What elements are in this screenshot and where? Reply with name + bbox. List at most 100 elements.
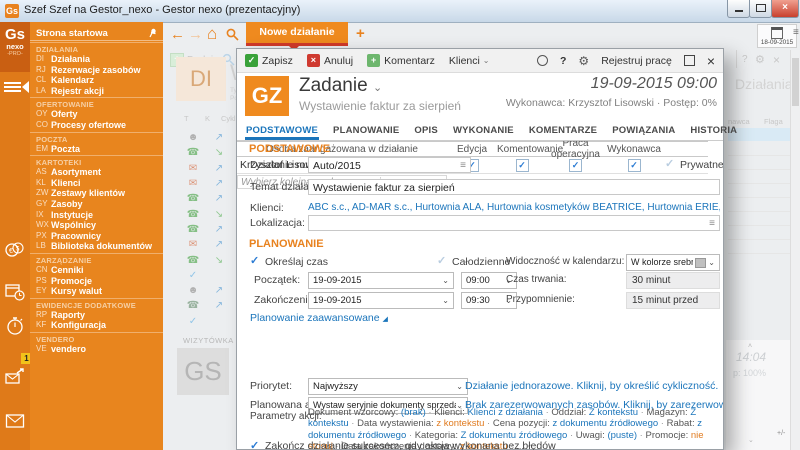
comment-button[interactable]: + Komentarz [367, 54, 435, 67]
globe-icon[interactable] [537, 55, 548, 66]
sidebar-item-gy[interactable]: GYZasoby [30, 199, 163, 210]
all-day-checkbox[interactable]: ✓ [437, 254, 446, 267]
field-menu-icon[interactable]: ≡ [709, 216, 715, 232]
end-date-dropdown[interactable]: 19-09-2015⌄ [308, 292, 454, 309]
tab-wykonanie[interactable]: WYKONANIE [452, 125, 515, 140]
comment-plus-icon: + [367, 54, 380, 67]
advanced-planning-link[interactable]: Planowanie zaawansowane ◢ [250, 312, 388, 324]
wizytowka-label: WIZYTÓWKA [183, 336, 234, 345]
sidebar-item-label: Zestawy klientów [51, 188, 125, 199]
sidebar-item-kf[interactable]: KFKonfiguracja [30, 320, 163, 331]
param-value[interactable]: Z dokumentu źródłowego [461, 430, 568, 441]
sidebar-item-px[interactable]: PXPracownicy [30, 231, 163, 242]
calendar-icon [771, 27, 783, 39]
home-icon[interactable]: ⌂ [207, 24, 217, 44]
priority-dropdown[interactable]: Najwyższy⌄ [308, 378, 468, 395]
minimize-button[interactable] [727, 0, 750, 18]
section-planning-header: PLANOWANIE [249, 238, 324, 250]
permission-checkbox[interactable]: ✓ [516, 159, 529, 172]
save-button[interactable]: ✓ Zapisz [245, 54, 293, 67]
send-mail-icon[interactable] [4, 367, 26, 389]
param-value[interactable]: (brak) [401, 407, 426, 418]
check-icon: ✓ [178, 270, 208, 281]
tab-podstawowe[interactable]: PODSTAWOWE [245, 125, 319, 140]
sidebar-item-cn[interactable]: CNCenniki [30, 265, 163, 276]
sidebar-item-di[interactable]: DIDziałania [30, 54, 163, 65]
currency-coins-icon[interactable]: €$ [4, 239, 26, 261]
search-icon[interactable] [226, 28, 239, 41]
tab-historia[interactable]: HISTORIA [689, 125, 738, 140]
param-value[interactable]: Klienci z działania [467, 407, 543, 418]
sidebar-item-rj[interactable]: RJRezerwacje zasobów [30, 65, 163, 76]
sidebar-item-ve[interactable]: VEvendero [30, 344, 163, 355]
permission-cell[interactable]: ✓ [604, 159, 664, 172]
number-field[interactable]: ≡ Auto/2015 [308, 157, 471, 173]
sidebar-item-ix[interactable]: IXInstytucje [30, 210, 163, 221]
register-work-button[interactable]: Rejestruj pracę [601, 55, 672, 67]
cancel-button[interactable]: × Anuluj [307, 54, 353, 67]
clients-links[interactable]: ABC s.c., AD-MAR s.c., Hurtownia ALA, Hu… [308, 202, 720, 213]
add-tab-icon[interactable]: + [356, 25, 365, 42]
sidebar-item-em[interactable]: EMPoczta [30, 144, 163, 155]
stopwatch-icon[interactable] [4, 315, 26, 337]
hamburger-menu-icon[interactable] [4, 80, 21, 94]
field-menu-icon[interactable]: ≡ [460, 158, 466, 174]
sidebar-item-la[interactable]: LARejestr akcji [30, 86, 163, 97]
permission-cell[interactable]: ✓ [497, 159, 547, 172]
param-value[interactable]: z dokumentu źródłowego [553, 418, 659, 429]
sidebar-item-cl[interactable]: CLKalendarz [30, 75, 163, 86]
permission-cell[interactable]: ✓ [547, 159, 604, 172]
tab-planowanie[interactable]: PLANOWANIE [332, 125, 400, 140]
param-label: Rabat: [667, 418, 698, 429]
start-date-dropdown[interactable]: 19-09-2015⌄ [308, 272, 454, 289]
define-time-checkbox[interactable]: ✓ [250, 254, 259, 267]
settings-gear-icon[interactable]: ⚙ [578, 54, 589, 68]
tab-opis[interactable]: OPIS [413, 125, 439, 140]
sidebar-item-co[interactable]: COProcesy ofertowe [30, 120, 163, 131]
sidebar-item-kl[interactable]: KLKlienci [30, 178, 163, 189]
help-button[interactable]: ? [560, 55, 566, 67]
private-checkbox[interactable]: ✓ [665, 157, 674, 170]
options-menu-icon[interactable]: ≡ [793, 27, 799, 38]
visibility-dropdown[interactable]: W kolorze srebrnym ⌄ [626, 254, 720, 271]
calendar-clock-icon[interactable] [4, 281, 26, 303]
forward-icon[interactable]: → [188, 26, 203, 43]
clients-menu-button[interactable]: Klienci ⌄ [449, 55, 490, 67]
main-scrollbar[interactable] [790, 50, 800, 450]
sidebar-item-oy[interactable]: OYOferty [30, 109, 163, 120]
param-value[interactable]: Z kontekstu [589, 407, 638, 418]
pin-icon[interactable] [148, 28, 157, 38]
task-type-title[interactable]: Zadanie ⌄ [299, 75, 382, 97]
scrollbar-thumb[interactable] [792, 58, 799, 106]
cancel-label: Anuluj [324, 55, 353, 67]
param-value[interactable]: z kontekstu [436, 418, 484, 429]
permission-checkbox[interactable]: ✓ [628, 159, 641, 172]
sidebar-item-zw[interactable]: ZWZestawy klientów [30, 188, 163, 199]
subject-field[interactable]: Wystawienie faktur za sierpień [308, 179, 720, 195]
maximize-dialog-icon[interactable] [684, 55, 695, 66]
close-dialog-icon[interactable]: × [707, 53, 715, 69]
sidebar-item-wx[interactable]: WXWspólnicy [30, 220, 163, 231]
tab-komentarze[interactable]: KOMENTARZE [528, 125, 598, 140]
back-icon[interactable]: ← [170, 26, 185, 43]
date-widget[interactable]: 18-09-2015 [757, 24, 797, 48]
sidebar-item-ey[interactable]: EYKursy walut [30, 286, 163, 297]
recurrence-link[interactable]: Działanie jednorazowe. Kliknij, by okreś… [465, 380, 718, 392]
sidebar-item-ps[interactable]: PSPromocje [30, 276, 163, 287]
sidebar-item-label: Działania [51, 54, 90, 65]
close-icon: × [772, 0, 798, 15]
param-value[interactable]: (puste) [607, 430, 637, 441]
location-field[interactable]: ≡ [308, 215, 720, 231]
sidebar-item-rp[interactable]: RPRaporty [30, 310, 163, 321]
sidebar-item-as[interactable]: ASAsortyment [30, 167, 163, 178]
finish-success-checkbox[interactable]: ✓ [250, 439, 259, 450]
tab-powiązania[interactable]: POWIĄZANIA [611, 125, 676, 140]
restore-button[interactable] [749, 0, 772, 18]
people-column-header: Wykonawca [604, 144, 664, 155]
permission-checkbox[interactable]: ✓ [569, 159, 582, 172]
new-action-button[interactable]: Nowe działanie [246, 22, 348, 46]
sidebar-item-home[interactable]: Strona startowa [30, 26, 163, 41]
close-button[interactable]: × [771, 0, 799, 18]
sidebar-item-lb[interactable]: LBBiblioteka dokumentów [30, 241, 163, 252]
envelope-icon[interactable] [4, 410, 26, 432]
